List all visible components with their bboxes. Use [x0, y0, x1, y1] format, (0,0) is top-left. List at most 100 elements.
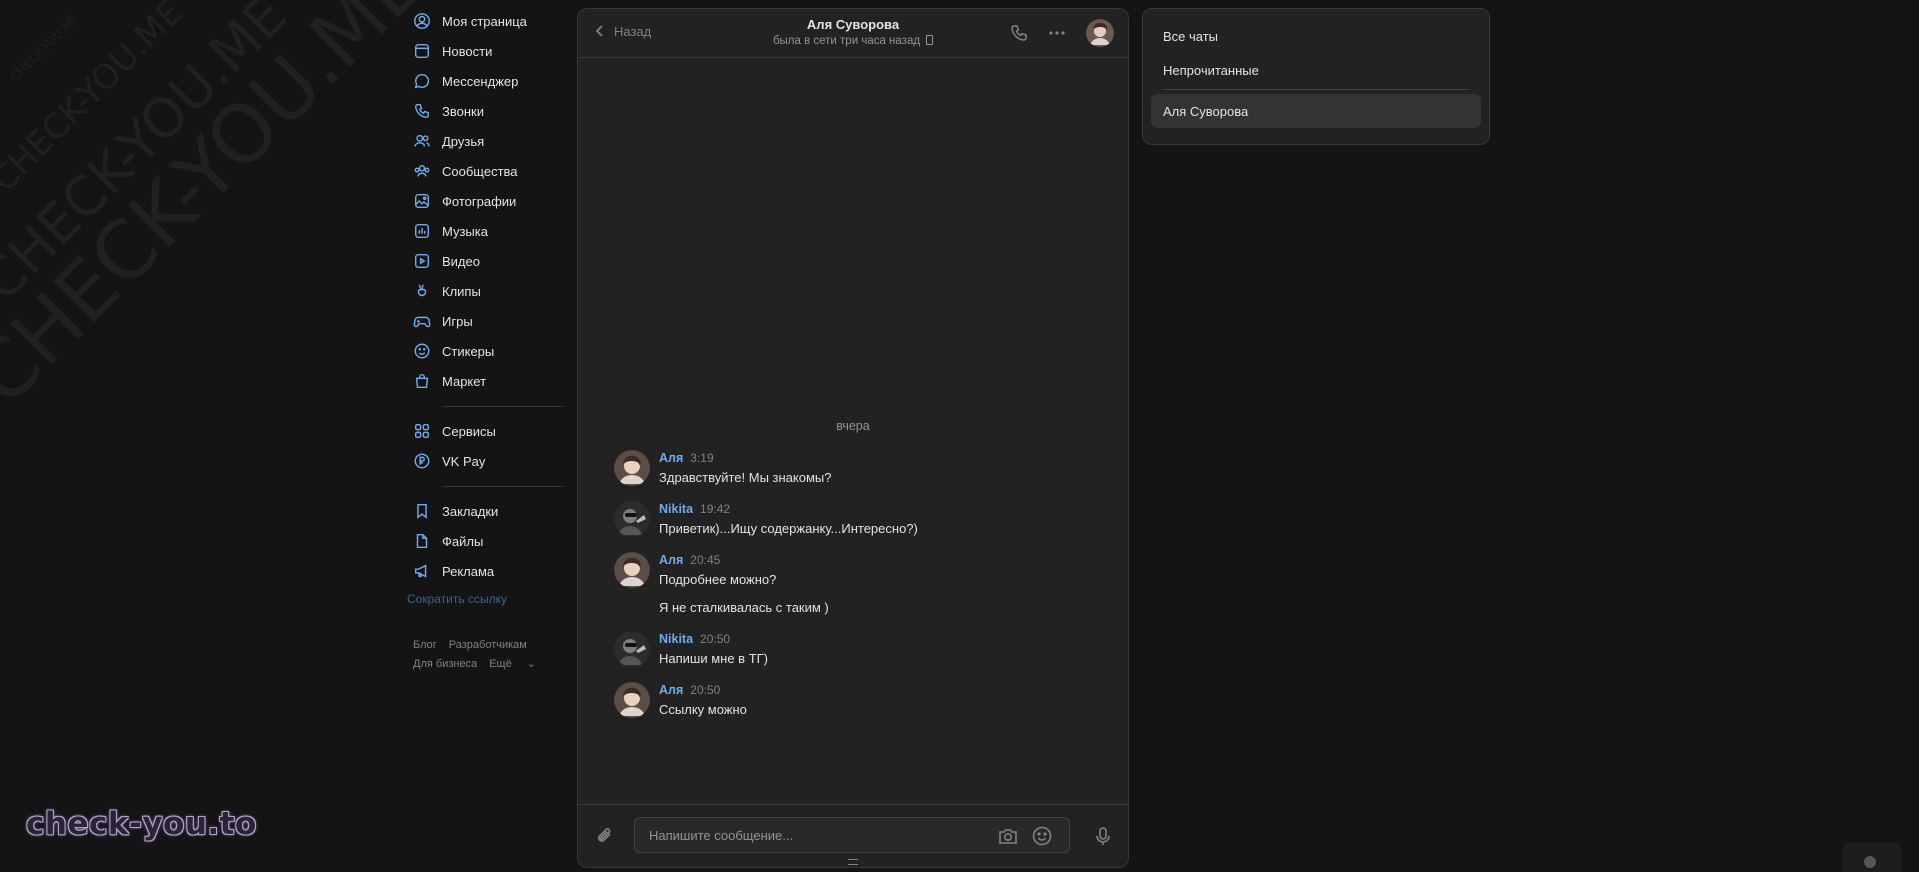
message-icon: [413, 72, 431, 90]
active-chat-item[interactable]: Аля Суворова: [1151, 94, 1481, 128]
message-author[interactable]: Аля: [659, 683, 683, 697]
filter-all-chats[interactable]: Все чаты: [1151, 19, 1481, 53]
clips-icon: [413, 282, 431, 300]
message: Аля 20:45 Подробнее можно?: [614, 552, 1108, 588]
nav-item-label: Клипы: [442, 283, 481, 299]
watermark-text: CHECK-YOU.ME: [8, 10, 82, 84]
left-navigation: Моя страница Новости Мессенджер Звонки Д…: [407, 6, 565, 674]
message-time: 20:45: [690, 553, 721, 567]
filter-unread[interactable]: Непрочитанные: [1151, 53, 1481, 87]
vkpay-icon: [413, 452, 431, 470]
bookmark-icon: [413, 502, 431, 520]
nav-item-clips[interactable]: Клипы: [407, 276, 565, 306]
smile-icon: [413, 342, 431, 360]
footer-links: Блог Разработчикам Для бизнеса Ещё ⌄: [407, 636, 565, 674]
nav-item-label: Стикеры: [442, 343, 495, 359]
message-author[interactable]: Аля: [659, 553, 683, 567]
nav-item-label: Новости: [442, 43, 493, 59]
message-text: Подробнее можно?: [659, 572, 777, 587]
chat-filter-panel: Все чаты Непрочитанные Аля Суворова: [1142, 8, 1490, 145]
nav-item-label: Закладки: [442, 503, 499, 519]
phone-icon: [413, 102, 431, 120]
message-author[interactable]: Nikita: [659, 632, 693, 646]
emoji-icon[interactable]: [1031, 825, 1053, 847]
message-time: 19:42: [700, 502, 731, 516]
message-text: Здравствуйте! Мы знакомы?: [659, 470, 832, 485]
paperclip-icon[interactable]: [594, 825, 616, 847]
resize-handle[interactable]: [848, 859, 858, 865]
more-button[interactable]: [1046, 22, 1068, 44]
peer-avatar[interactable]: [1086, 19, 1114, 47]
nav-item-friends[interactable]: Друзья: [407, 126, 565, 156]
nav-divider: [443, 406, 563, 407]
nav-item-services[interactable]: Сервисы: [407, 416, 565, 446]
nav-item-games[interactable]: Игры: [407, 306, 565, 336]
nav-item-market[interactable]: Маркет: [407, 366, 565, 396]
footer-business-link[interactable]: Для бизнеса: [413, 658, 477, 670]
message: Nikita 20:50 Напиши мне в ТГ): [614, 631, 1108, 667]
more-horizontal-icon: [1049, 31, 1065, 35]
message-author[interactable]: Nikita: [659, 502, 693, 516]
nav-item-my-page[interactable]: Моя страница: [407, 6, 565, 36]
chat-header: Назад Аля Суворова была в сети три часа …: [578, 9, 1128, 58]
nav-item-vkpay[interactable]: VK Pay: [407, 446, 565, 476]
nav-item-label: Сообщества: [442, 163, 518, 179]
nav-item-messenger[interactable]: Мессенджер: [407, 66, 565, 96]
message-time: 3:19: [690, 451, 714, 465]
nav-item-label: Видео: [442, 253, 480, 269]
nav-item-label: Реклама: [442, 563, 495, 579]
nav-item-photos[interactable]: Фотографии: [407, 186, 565, 216]
megaphone-icon: [413, 562, 431, 580]
message: Аля 3:19 Здравствуйте! Мы знакомы?: [614, 450, 1108, 486]
chat-window: Назад Аля Суворова была в сети три часа …: [577, 8, 1129, 868]
nav-item-files[interactable]: Файлы: [407, 526, 565, 556]
bag-icon: [413, 372, 431, 390]
nav-item-stickers[interactable]: Стикеры: [407, 336, 565, 366]
nav-item-label: Игры: [442, 313, 473, 329]
footer-more-label: Ещё: [489, 658, 512, 670]
message-text: Напиши мне в ТГ): [659, 651, 769, 666]
short-link-link[interactable]: Сократить ссылку: [407, 592, 565, 606]
footer-blog-link[interactable]: Блог: [413, 639, 437, 651]
file-icon: [413, 532, 431, 550]
nav-divider: [443, 486, 563, 487]
message-text: Ссылку можно: [659, 702, 747, 717]
phone-icon: [1011, 25, 1027, 41]
music-icon: [413, 222, 431, 240]
message-text: Я не сталкивалась с таким ): [659, 600, 829, 615]
message: Аля 20:50 Ссылку можно: [614, 682, 1108, 718]
message-time: 20:50: [700, 632, 731, 646]
nav-item-communities[interactable]: Сообщества: [407, 156, 565, 186]
author-avatar[interactable]: [614, 631, 650, 667]
camera-icon[interactable]: [997, 825, 1019, 847]
nav-item-label: Мессенджер: [442, 73, 519, 89]
panel-divider: [1163, 89, 1469, 90]
author-avatar[interactable]: [614, 682, 650, 718]
nav-item-news[interactable]: Новости: [407, 36, 565, 66]
call-button[interactable]: [1008, 22, 1030, 44]
footer-dev-link[interactable]: Разработчикам: [449, 639, 527, 651]
photo-icon: [413, 192, 431, 210]
news-icon: [413, 42, 431, 60]
friends-icon: [413, 132, 431, 150]
video-icon: [413, 252, 431, 270]
chevron-down-icon: ⌄: [526, 658, 536, 670]
nav-item-video[interactable]: Видео: [407, 246, 565, 276]
nav-item-calls[interactable]: Звонки: [407, 96, 565, 126]
author-avatar[interactable]: [614, 501, 650, 537]
message-author[interactable]: Аля: [659, 451, 683, 465]
services-icon: [413, 422, 431, 440]
date-separator: вчера: [836, 419, 870, 433]
nav-item-label: Моя страница: [442, 13, 527, 29]
message-input[interactable]: [647, 827, 981, 844]
author-avatar[interactable]: [614, 450, 650, 486]
user-circle-icon: [413, 12, 431, 30]
nav-item-music[interactable]: Музыка: [407, 216, 565, 246]
nav-item-ads[interactable]: Реклама: [407, 556, 565, 586]
widget-dot-icon: [1864, 856, 1876, 868]
brand-watermark: check-you.to: [26, 806, 257, 842]
author-avatar[interactable]: [614, 552, 650, 588]
microphone-icon[interactable]: [1092, 825, 1114, 847]
nav-item-bookmarks[interactable]: Закладки: [407, 496, 565, 526]
footer-more-link[interactable]: Ещё ⌄: [489, 658, 548, 670]
